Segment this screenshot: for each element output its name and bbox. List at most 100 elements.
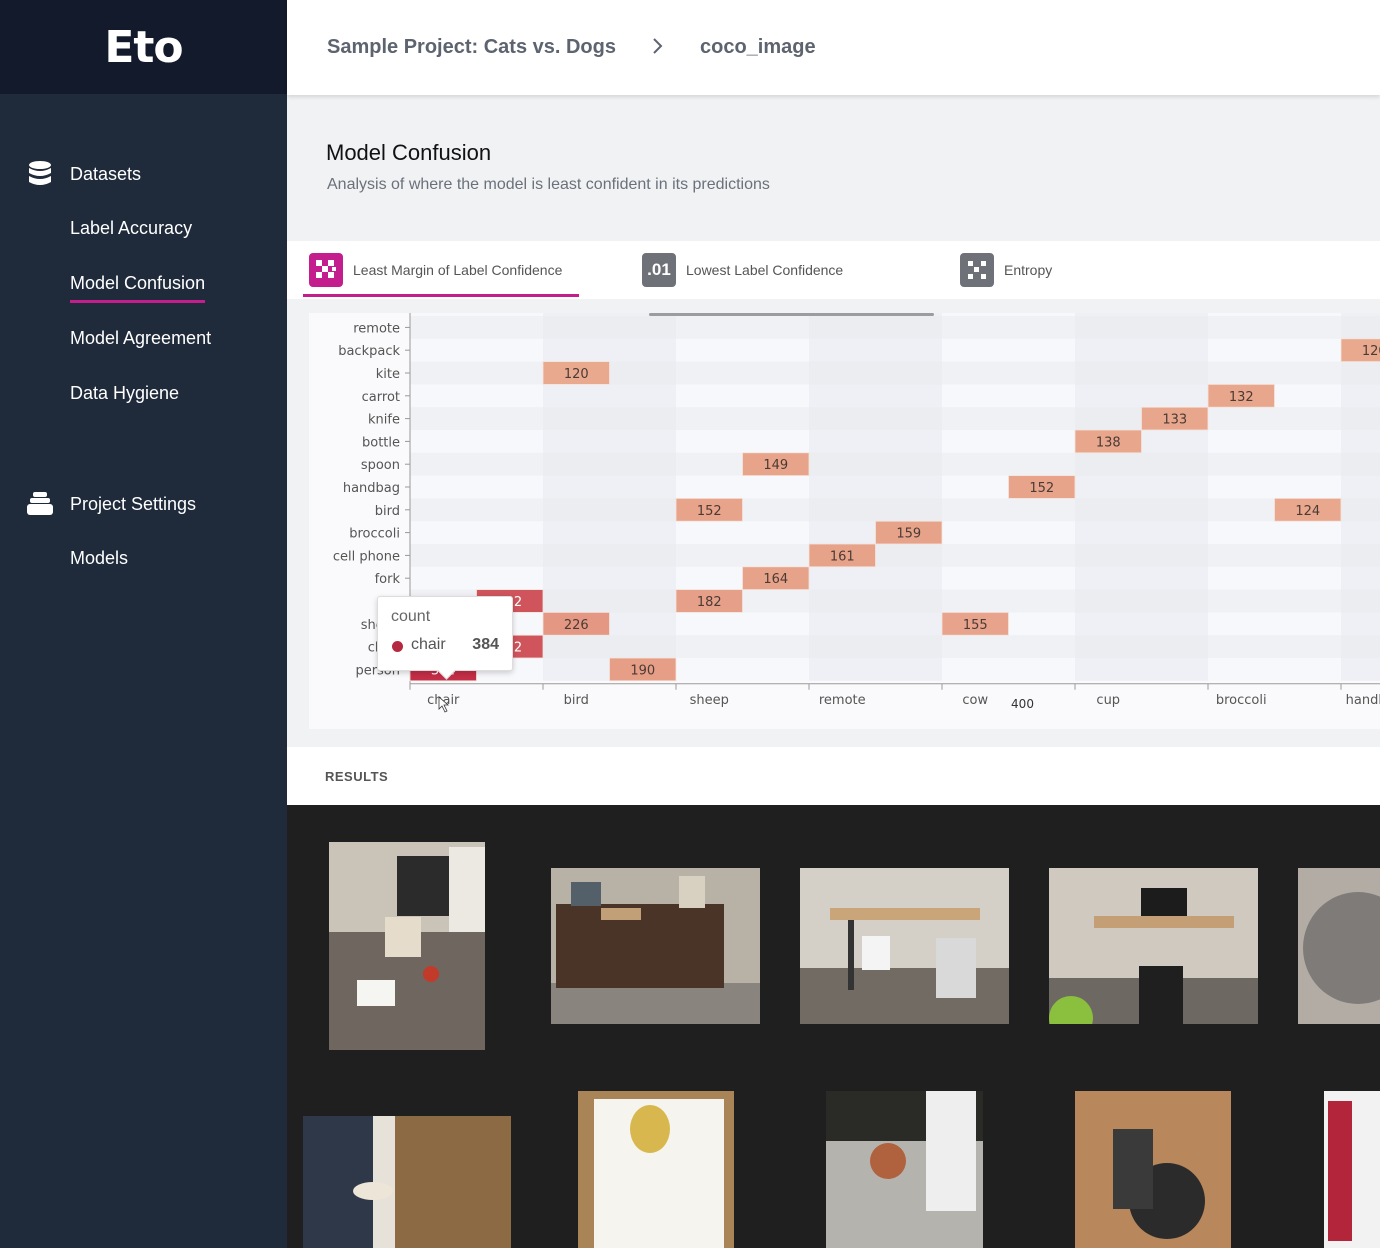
nav-datasets[interactable]: Datasets (0, 154, 287, 194)
row-stripe (410, 589, 1380, 613)
results-gallery (287, 805, 1380, 1248)
x-tick-label: broccoli (1216, 693, 1267, 708)
thumbnail-bike-parts-box[interactable] (1075, 1091, 1231, 1248)
heatmap-cell-label: 149 (763, 458, 788, 473)
y-tick-label: carrot (362, 390, 400, 405)
row-stripe (410, 452, 1380, 476)
y-tick-label: bird (375, 504, 400, 519)
nav-datasets-label: Datasets (70, 163, 142, 184)
heatmap-cell-label: 164 (763, 572, 788, 587)
datasets-section: Datasets Label Accuracy Model Confusion … (0, 154, 287, 421)
eto-logo[interactable]: Eto (104, 22, 183, 73)
tab-entropy[interactable]: Entropy (960, 253, 1052, 287)
y-tick-label: spoon (361, 458, 400, 473)
x-tick-label: sheep (690, 693, 729, 708)
x-tick-label: bird (564, 693, 589, 708)
tooltip-value: 384 (472, 636, 499, 653)
decimal-icon: .01 (642, 253, 676, 287)
y-tick-label: cell phone (333, 549, 400, 564)
thumbnail-red-item[interactable] (1324, 1091, 1380, 1248)
x-tick-label: remote (819, 693, 866, 708)
heatmap-cell-label: 152 (697, 504, 722, 519)
sidebar-item-label: Data Hygiene (70, 383, 180, 403)
tooltip-title: count (391, 608, 431, 625)
heatmap-cell-label: 138 (1096, 435, 1121, 450)
heatmap-cell-label: 159 (896, 527, 921, 542)
heatmap-cell-label: 182 (697, 595, 722, 610)
thumbnail-office-floor-clutter[interactable] (329, 842, 485, 1050)
sidebar-item-label: Model Confusion (70, 272, 206, 303)
thumbnail-standing-desk-chair[interactable] (800, 868, 1009, 1024)
tooltip-series-dot (392, 641, 403, 652)
checker-icon (309, 253, 343, 287)
thumbnail-police-card[interactable] (578, 1091, 734, 1248)
tooltip-series: chair (411, 636, 446, 653)
heatmap-cell-label: 132 (1229, 390, 1254, 405)
row-stripe (410, 635, 1380, 658)
y-tick-label: kite (376, 367, 400, 382)
database-icon (26, 160, 54, 188)
x-tick-label: handbag (1346, 693, 1380, 708)
y-tick-label: handbag (343, 481, 400, 496)
x-tick-label: cow (962, 693, 988, 708)
sidebar-item-label: Model Agreement (70, 328, 212, 348)
active-tab-indicator (303, 294, 579, 297)
thumbnail-cabinet-desk[interactable] (551, 868, 760, 1024)
row-stripe (410, 544, 1380, 567)
y-tick-label: fork (375, 572, 401, 587)
breadcrumb-dataset[interactable]: coco_image (700, 36, 816, 59)
page-title: Model Confusion (326, 140, 492, 165)
nav-project-settings-label: Project Settings (70, 493, 197, 514)
sidebar-item-model-agreement[interactable]: Model Agreement (0, 311, 287, 366)
y-tick-label: knife (368, 413, 400, 428)
confusion-chart-area: remote backpack kite carrot knife bottle spoon… (287, 299, 1380, 747)
tab-label: Least Margin of Label Confidence (353, 262, 563, 278)
tab-least-margin[interactable]: Least Margin of Label Confidence (309, 253, 562, 287)
thumbnail-potted-succulent[interactable] (826, 1091, 983, 1248)
sidebar: Eto Datasets Label Accuracy Model Confus… (0, 0, 287, 1248)
heatmap-cell-label: 226 (564, 618, 589, 633)
heatmap-cell-label: 152 (1029, 481, 1054, 496)
y-tick-label: bottle (362, 435, 400, 450)
heatmap-cell-label: 120 (1362, 344, 1380, 359)
chevron-right-icon (652, 35, 664, 61)
breadcrumb: Sample Project: Cats vs. Dogs coco_image (287, 0, 1380, 95)
page-subtitle: Analysis of where the model is least con… (327, 176, 770, 193)
breadcrumb-project[interactable]: Sample Project: Cats vs. Dogs (327, 36, 616, 59)
dice-icon (960, 253, 994, 287)
heatmap-cell-label: 124 (1295, 504, 1320, 519)
settings-section: Project Settings Models (0, 484, 287, 586)
thumbnail-desk-monitor[interactable] (1049, 868, 1258, 1024)
y-tick-label: broccoli (349, 527, 400, 542)
chart-tooltip: count chair 384 (377, 596, 513, 671)
metric-tabs: Least Margin of Label Confidence .01 Low… (287, 241, 1380, 299)
y-tick-label: backpack (338, 344, 400, 359)
y-tick-label: remote (353, 321, 400, 336)
tab-lowest-confidence[interactable]: .01 Lowest Label Confidence (642, 253, 843, 287)
nav-project-settings[interactable]: Project Settings (0, 484, 287, 524)
tab-label: Entropy (1004, 262, 1053, 278)
sidebar-item-label: Label Accuracy (70, 218, 193, 238)
tab-label: Lowest Label Confidence (686, 262, 844, 278)
row-stripe (410, 316, 1380, 339)
thumbnail-grey-armchair[interactable] (1298, 868, 1380, 1024)
thumbnail-door-stool[interactable] (303, 1116, 511, 1248)
row-stripe (410, 407, 1380, 430)
results-label: RESULTS (325, 769, 389, 784)
scroll-indicator (649, 313, 934, 316)
heatmap-cell-label: 161 (830, 549, 855, 564)
sidebar-item-model-confusion[interactable]: Model Confusion (0, 256, 287, 311)
axis-extra-label: 400 (1011, 697, 1034, 711)
heatmap-cell-label: 133 (1162, 413, 1187, 428)
sidebar-item-label-accuracy[interactable]: Label Accuracy (0, 201, 287, 256)
row-stripe (410, 498, 1380, 522)
sidebar-item-data-hygiene[interactable]: Data Hygiene (0, 366, 287, 421)
heatmap-cell-label: 190 (630, 663, 655, 678)
sidebar-item-models[interactable]: Models (0, 531, 287, 586)
heatmap-cell-label: 155 (963, 618, 988, 633)
logo-bar: Eto (0, 0, 287, 94)
heatmap-cell-label: 120 (564, 367, 589, 382)
sidebar-item-label: Models (70, 548, 129, 568)
x-tick-label: cup (1096, 693, 1120, 708)
stack-icon (26, 490, 54, 518)
